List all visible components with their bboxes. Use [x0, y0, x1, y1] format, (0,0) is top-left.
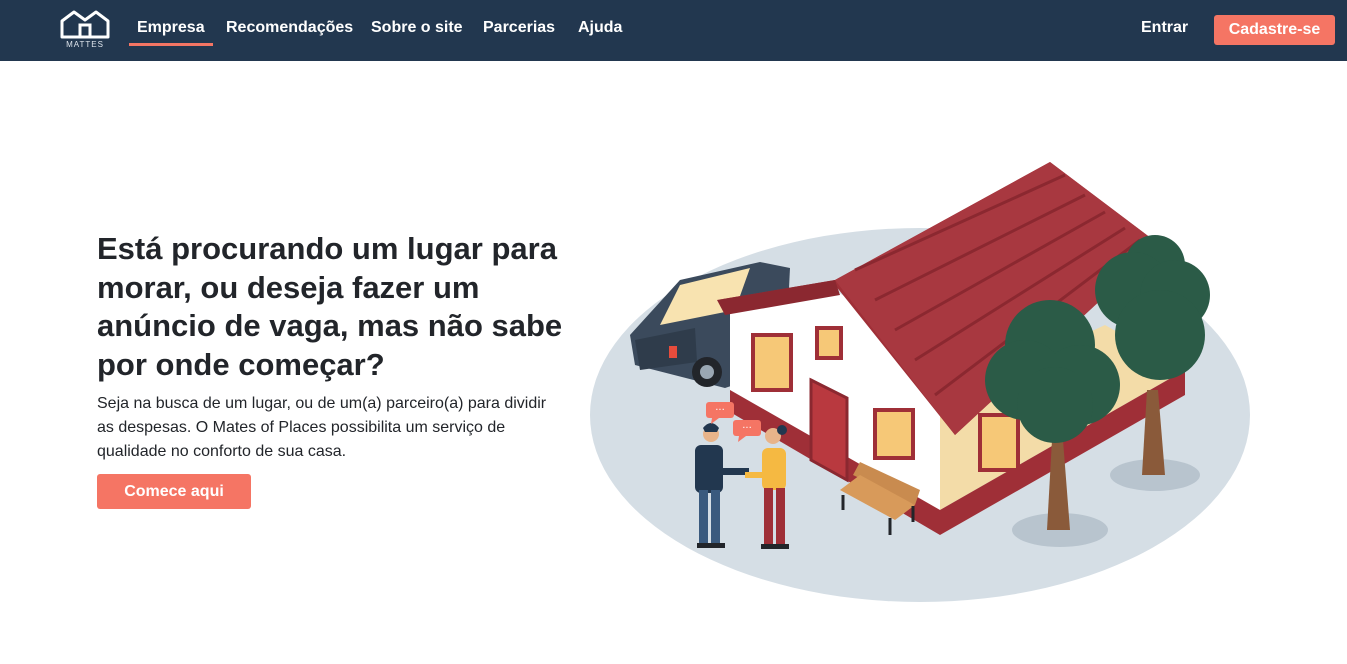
signup-button[interactable]: Cadastre-se — [1214, 15, 1335, 45]
top-navbar: MATTES Empresa Recomendações Sobre o sit… — [0, 0, 1347, 61]
hero-title: Está procurando um lugar para morar, ou … — [97, 231, 563, 382]
brand-logo[interactable]: MATTES — [60, 9, 110, 51]
brand-logo-text: MATTES — [66, 40, 104, 49]
start-here-button[interactable]: Comece aqui — [97, 474, 251, 509]
house-logo-icon — [60, 10, 110, 39]
login-link[interactable]: Entrar — [1141, 19, 1188, 37]
window — [751, 333, 793, 392]
nav-item-empresa[interactable]: Empresa — [129, 18, 213, 46]
hero-description: Seja na busca de um lugar, ou de um(a) p… — [97, 395, 547, 460]
svg-text:···: ··· — [742, 423, 752, 434]
svg-text:···: ··· — [715, 405, 725, 416]
house-illustration: ··· ··· — [590, 162, 1250, 602]
nav-item-recomendacoes[interactable]: Recomendações — [226, 18, 353, 42]
nav-item-parcerias[interactable]: Parcerias — [483, 18, 555, 42]
nav-item-sobre-o-site[interactable]: Sobre o site — [371, 18, 463, 42]
nav-item-ajuda[interactable]: Ajuda — [578, 18, 622, 42]
